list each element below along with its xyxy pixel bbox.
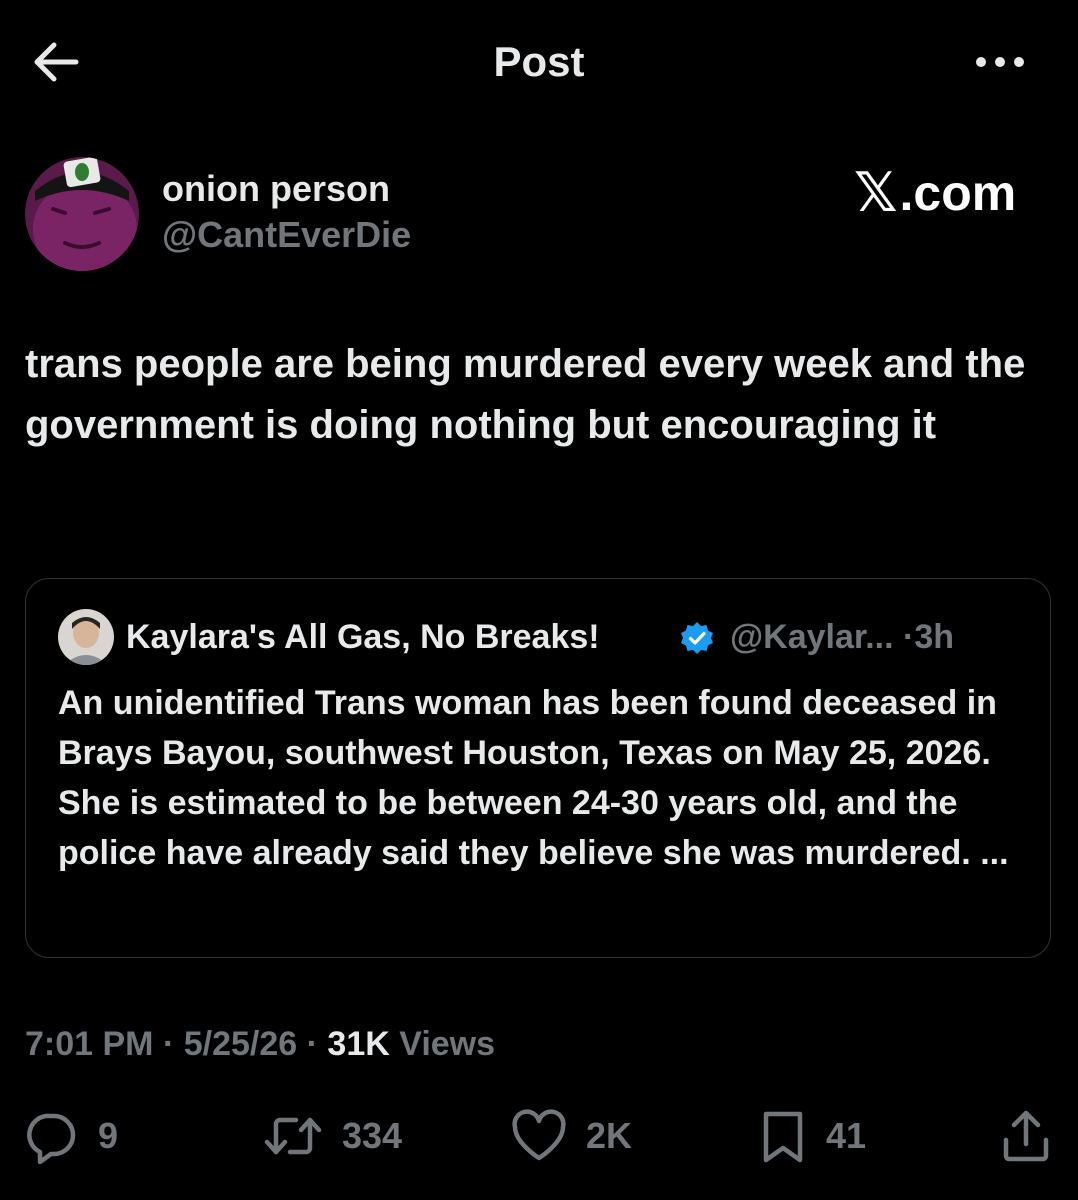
quoted-post-meta: @Kaylar... ·3h: [730, 615, 954, 659]
post-text: trans people are being murdered every we…: [25, 342, 1026, 447]
bookmark-count: 41: [826, 1115, 867, 1156]
more-horizontal-icon: [968, 40, 1032, 84]
reply-count: 9: [98, 1115, 119, 1156]
meta-separator: ·: [162, 1025, 175, 1063]
quoted-author-name: Kaylara's All Gas, No Breaks!: [126, 618, 600, 656]
author-handle[interactable]: @CantEverDie: [162, 214, 411, 256]
quoted-author-handle: @Kaylar...: [730, 618, 894, 656]
quoted-post-age: 3h: [914, 618, 955, 656]
more-options-button[interactable]: [968, 40, 1032, 84]
reply-button[interactable]: 9: [24, 1108, 118, 1164]
reply-bubble-icon: [24, 1108, 80, 1164]
quoted-author-avatar: [58, 609, 114, 665]
quoted-post-text: An unidentified Trans woman has been fou…: [58, 684, 1009, 872]
views-count[interactable]: 31K: [327, 1025, 389, 1063]
share-icon: [1000, 1108, 1052, 1164]
watermark-text: .com: [899, 165, 1017, 221]
views-label: Views: [399, 1025, 496, 1063]
avatar[interactable]: [25, 157, 139, 271]
x-com-watermark: 𝕏 .com: [854, 164, 1016, 222]
x-logo-icon: 𝕏: [854, 163, 898, 223]
like-button[interactable]: 2K: [510, 1108, 632, 1164]
author-name[interactable]: onion person: [162, 168, 390, 210]
heart-icon: [510, 1108, 568, 1164]
post-time: 7:01 PM: [25, 1025, 154, 1063]
meta-separator: ·: [903, 618, 915, 656]
repost-icon: [262, 1108, 324, 1164]
post-date: 5/25/26: [183, 1025, 298, 1063]
bookmark-icon: [758, 1108, 808, 1164]
verified-badge-icon: [680, 621, 714, 655]
page-title: Post: [493, 38, 585, 85]
like-count: 2K: [586, 1115, 633, 1156]
share-button[interactable]: [1000, 1108, 1052, 1164]
bookmark-button[interactable]: 41: [758, 1108, 866, 1164]
post-meta-line: 7:01 PM · 5/25/26 · 31K Views: [25, 1022, 495, 1066]
meta-separator: ·: [306, 1025, 318, 1063]
repost-button[interactable]: 334: [262, 1108, 402, 1164]
repost-count: 334: [342, 1115, 403, 1156]
